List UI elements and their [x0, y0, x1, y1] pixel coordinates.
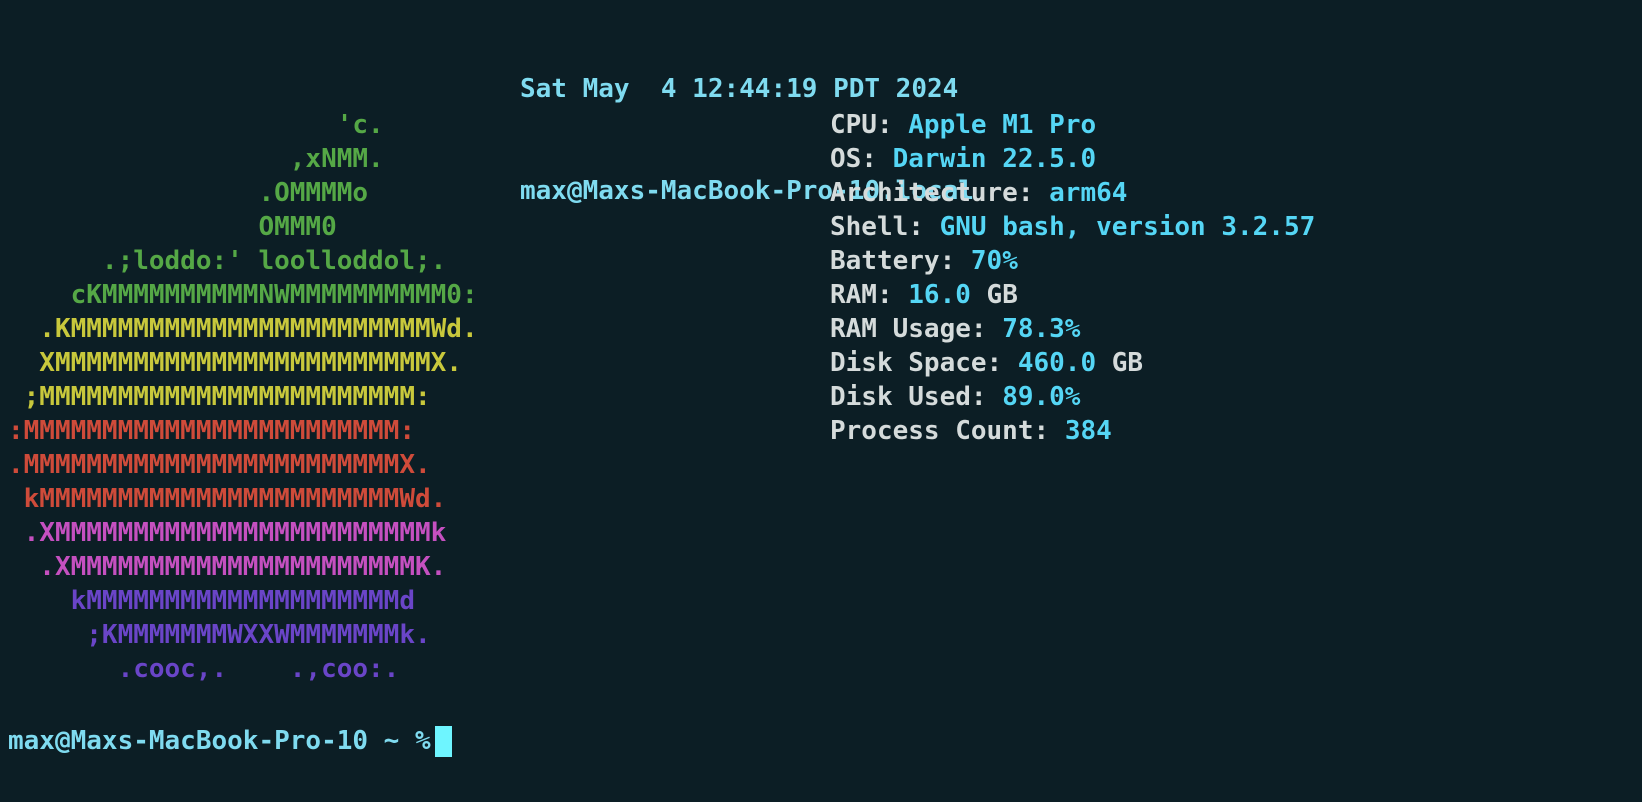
info-label: CPU: [830, 110, 909, 140]
info-row: RAM: 16.0 GB [830, 278, 1315, 312]
ascii-art-line: :MMMMMMMMMMMMMMMMMMMMMMMM: [8, 416, 415, 446]
info-value: 384 [1064, 416, 1112, 446]
ascii-art-line: XMMMMMMMMMMMMMMMMMMMMMMMMX. [8, 348, 462, 378]
terminal-window[interactable]: Sat May 4 12:44:19 PDT 2024 max@Maxs-Mac… [0, 0, 1642, 802]
info-label: Disk Space: [830, 348, 1018, 378]
ascii-art-line: ,xNMM. [8, 144, 384, 174]
info-label: Battery: [830, 246, 971, 276]
info-label: RAM: [830, 280, 909, 310]
info-unit: GB [1096, 348, 1144, 378]
ascii-art-line: .XMMMMMMMMMMMMMMMMMMMMMMMMk [8, 518, 447, 548]
info-row: OS: Darwin 22.5.0 [830, 142, 1315, 176]
info-value: Apple M1 Pro [908, 110, 1097, 140]
text-cursor [434, 725, 452, 757]
ascii-art-line: .;loddo:' loolloddol;. [8, 246, 447, 276]
ascii-art-line: kMMMMMMMMMMMMMMMMMMMMd [8, 586, 415, 616]
info-value: GNU bash, version 3.2.57 [939, 212, 1316, 242]
ascii-art-line: ;MMMMMMMMMMMMMMMMMMMMMMMM: [8, 382, 431, 412]
info-value: 70% [970, 246, 1018, 276]
ascii-art-line: .OMMMMo [8, 178, 369, 208]
prompt-text: max@Maxs-MacBook-Pro-10 ~ % [8, 726, 431, 756]
ascii-art-line: .cooc,. .,coo:. [8, 654, 400, 684]
info-label: Shell: [830, 212, 940, 242]
info-label: Process Count: [830, 416, 1065, 446]
info-label: Disk Used: [830, 382, 1003, 412]
info-row: Shell: GNU bash, version 3.2.57 [830, 210, 1315, 244]
info-value: 78.3% [1002, 314, 1081, 344]
info-label: Architecture: [830, 178, 1050, 208]
info-row: RAM Usage: 78.3% [830, 312, 1315, 346]
info-row: Process Count: 384 [830, 414, 1315, 448]
info-unit: GB [970, 280, 1018, 310]
info-row: CPU: Apple M1 Pro [830, 108, 1315, 142]
ascii-art-line: .XMMMMMMMMMMMMMMMMMMMMMMK. [8, 552, 447, 582]
header-datetime: Sat May 4 12:44:19 PDT 2024 [520, 74, 959, 104]
info-value: 460.0 [1017, 348, 1097, 378]
shell-prompt-line[interactable]: max@Maxs-MacBook-Pro-10 ~ % [8, 724, 452, 758]
info-row: Disk Used: 89.0% [830, 380, 1315, 414]
ascii-art-line: 'c. [8, 110, 384, 140]
apple-logo-ascii-art: 'c. ,xNMM. .OMMMMo OMMM0 .;loddo:' looll… [8, 108, 478, 686]
info-value: Darwin 22.5.0 [892, 144, 1097, 174]
ascii-art-line: .KMMMMMMMMMMMMMMMMMMMMMMMWd. [8, 314, 478, 344]
info-row: Architecture: arm64 [830, 176, 1315, 210]
info-row: Disk Space: 460.0 GB [830, 346, 1315, 380]
info-label: OS: [830, 144, 893, 174]
system-info-panel: CPU: Apple M1 Pro OS: Darwin 22.5.0 Archit… [830, 108, 1315, 448]
info-row: Battery: 70% [830, 244, 1315, 278]
ascii-art-line: OMMM0 [8, 212, 337, 242]
ascii-art-line: ;KMMMMMMMWXXWMMMMMMMk. [8, 620, 431, 650]
info-value: 16.0 [908, 280, 971, 310]
ascii-art-line: cKMMMMMMMMMMNWMMMMMMMMMM0: [8, 280, 478, 310]
ascii-art-line: .MMMMMMMMMMMMMMMMMMMMMMMMX. [8, 450, 431, 480]
info-value: 89.0% [1002, 382, 1081, 412]
info-value: arm64 [1049, 178, 1128, 208]
ascii-art-line: kMMMMMMMMMMMMMMMMMMMMMMMWd. [8, 484, 447, 514]
info-label: RAM Usage: [830, 314, 1003, 344]
